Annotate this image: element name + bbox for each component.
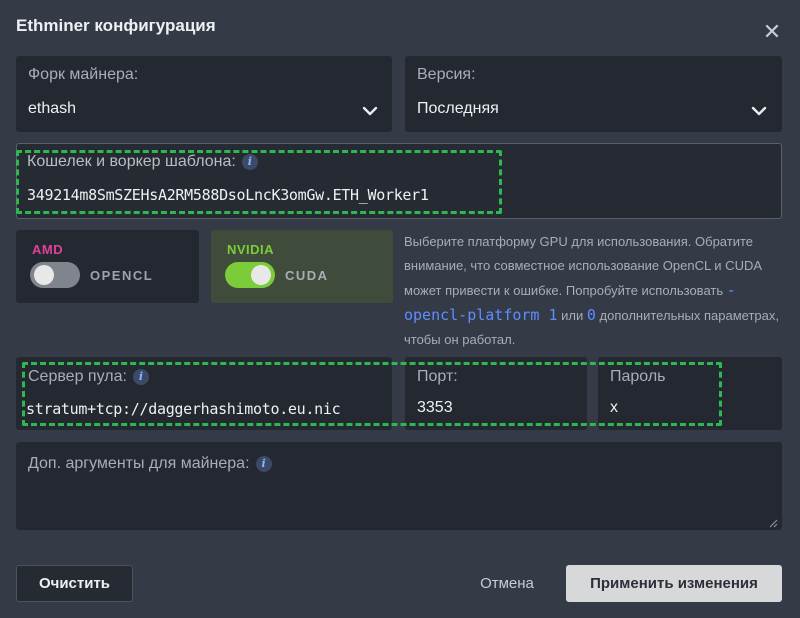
gpu-card-amd[interactable]: AMD OPENCL [16, 230, 199, 303]
wallet-field[interactable]: Кошелек и воркер шаблона: i 349214m8SmSZE… [16, 143, 782, 219]
port-input[interactable]: 3353 [417, 399, 453, 417]
password-label: Пароль [610, 368, 666, 385]
apply-button[interactable]: Применить изменения [566, 565, 782, 602]
pool-field[interactable]: Сервер пула: i stratum+tcp://daggerhashim… [16, 357, 392, 430]
gpu-note-or: или [561, 308, 584, 323]
nvidia-api-label: CUDA [285, 268, 329, 283]
cancel-button[interactable]: Отмена [462, 565, 552, 602]
port-field[interactable]: Порт: 3353 [405, 357, 587, 430]
gpu-card-nvidia[interactable]: NVIDIA CUDA [211, 230, 393, 303]
gpu-note: Выберите платформу GPU для использования… [404, 230, 786, 352]
gpu-note-code-2: 0 [586, 306, 596, 324]
port-label: Порт: [417, 368, 458, 385]
pool-input[interactable]: stratum+tcp://daggerhashimoto.eu.nic [26, 400, 341, 418]
dialog-title: Ethminer конфигурация [16, 16, 216, 35]
nvidia-toggle[interactable] [225, 262, 275, 288]
wallet-label: Кошелек и воркер шаблона: [27, 153, 236, 170]
clear-button[interactable]: Очистить [16, 565, 133, 602]
extra-args-field[interactable]: Доп. аргументы для майнера: i [16, 442, 782, 530]
amd-toggle[interactable] [30, 262, 80, 288]
nvidia-brand-label: NVIDIA [227, 242, 275, 257]
fork-select[interactable]: Форк майнера: ethash [16, 56, 392, 132]
toggle-knob [251, 265, 271, 285]
chevron-down-icon [751, 106, 767, 116]
password-field[interactable]: Пароль x [598, 357, 782, 430]
info-icon[interactable]: i [241, 153, 258, 170]
fork-value: ethash [28, 100, 77, 117]
version-select[interactable]: Версия: Последняя [405, 56, 782, 132]
extra-args-label: Доп. аргументы для майнера: [28, 455, 250, 472]
chevron-down-icon [362, 106, 378, 116]
amd-brand-label: AMD [32, 242, 64, 257]
resize-handle-icon[interactable] [768, 518, 778, 528]
close-icon[interactable]: ✕ [760, 20, 784, 44]
info-icon[interactable]: i [255, 455, 272, 472]
pool-label: Сервер пула: [28, 368, 127, 385]
fork-label: Форк майнера: [28, 66, 139, 83]
version-value: Последняя [417, 100, 499, 117]
toggle-knob [34, 265, 54, 285]
gpu-note-text: Выберите платформу GPU для использования… [404, 234, 762, 298]
version-label: Версия: [417, 66, 476, 83]
amd-api-label: OPENCL [90, 268, 154, 283]
wallet-input[interactable]: 349214m8SmSZEHsA2RM588DsoLncK3omGw.ETH_W… [27, 186, 429, 204]
password-input[interactable]: x [610, 399, 618, 417]
info-icon[interactable]: i [132, 368, 149, 385]
